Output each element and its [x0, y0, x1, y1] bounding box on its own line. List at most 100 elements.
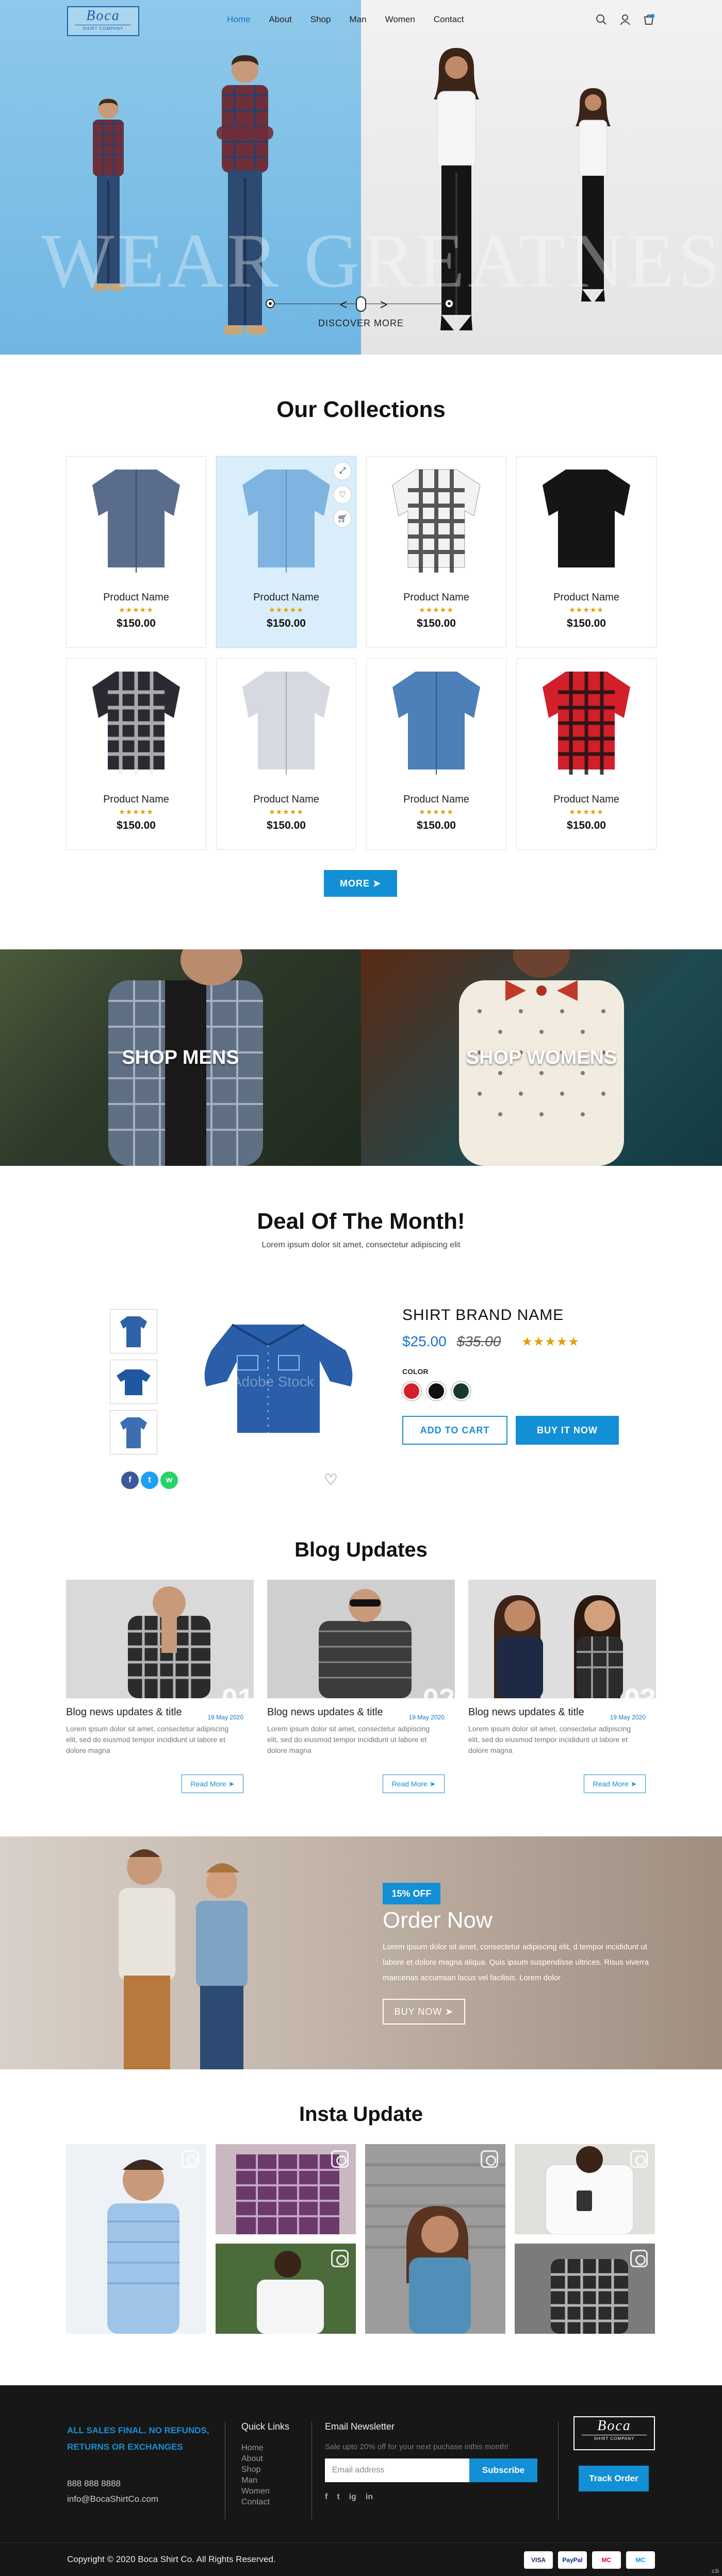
product-card[interactable]: Product Name ★★★★★ $150.00 — [66, 658, 206, 850]
slider-dot[interactable] — [445, 299, 454, 308]
add-to-cart-button[interactable]: ADD TO CART — [402, 1416, 507, 1445]
insta-post[interactable] — [365, 2144, 505, 2334]
footer-link-shop[interactable]: Shop — [241, 2464, 289, 2475]
wishlist-heart-icon[interactable]: ♡ — [333, 486, 352, 504]
product-image — [517, 659, 656, 788]
shop-womens-label: SHOP WOMENS — [466, 1046, 617, 1068]
insta-post[interactable] — [515, 2244, 655, 2334]
whatsapp-icon[interactable]: w — [160, 1471, 178, 1489]
blog-post[interactable]: 01 Blog news updates & title 19 May 2020… — [66, 1580, 254, 1796]
product-image — [517, 457, 656, 586]
footer-quick-links: Quick Links Home About Shop Man Women Co… — [241, 2421, 289, 2507]
shop-mens-label: SHOP MENS — [122, 1046, 239, 1068]
share-icons: f t w — [121, 1471, 178, 1489]
linkedin-icon[interactable]: in — [366, 2493, 373, 2502]
search-icon[interactable] — [595, 13, 608, 26]
color-swatch-green[interactable] — [452, 1382, 470, 1400]
product-card[interactable]: Product Name ★★★★★ $150.00 — [366, 456, 506, 648]
footer-logo[interactable]: Boca SHIRT COMPANY — [573, 2416, 655, 2450]
footer-link-man[interactable]: Man — [241, 2475, 289, 2486]
product-image — [67, 659, 206, 788]
read-more-button[interactable]: Read More ➤ — [182, 1775, 243, 1793]
logo-subtext: SHIRT COMPANY — [582, 2435, 647, 2441]
buy-now-button[interactable]: BUY IT NOW — [516, 1416, 619, 1445]
footer-email[interactable]: info@BocaShirtCo.com — [67, 2491, 222, 2507]
product-price: $150.00 — [267, 617, 306, 629]
read-more-button[interactable]: Read More ➤ — [584, 1775, 646, 1793]
shop-womens-banner[interactable]: SHOP WOMENS — [361, 949, 722, 1166]
product-card[interactable]: Product Name ★★★★★ $150.00 ⤢ ♡ 🛒︎ — [216, 456, 356, 648]
newsletter-form: Email address Subscribe — [325, 2458, 542, 2482]
shop-mens-banner[interactable]: SHOP MENS — [0, 949, 361, 1166]
buy-now-banner-button[interactable]: BUY NOW ➤ — [383, 1999, 465, 2025]
deal-thumbnail[interactable] — [110, 1309, 157, 1353]
newsletter-email-input[interactable]: Email address — [325, 2458, 469, 2482]
visa-icon: VISA — [524, 2551, 553, 2569]
footer-phone[interactable]: 888 888 8888 — [67, 2476, 222, 2491]
order-now-banner: 15% OFF Order Now Lorem ipsum dolor sit … — [0, 1836, 722, 2069]
product-image — [217, 659, 356, 788]
footer-link-about[interactable]: About — [241, 2453, 289, 2464]
blog-post[interactable]: 02 Blog news updates & title 19 May 2020… — [267, 1580, 455, 1796]
twitter-icon[interactable]: t — [337, 2493, 339, 2502]
insta-post[interactable] — [216, 2244, 356, 2334]
product-rating-stars: ★★★★★ — [569, 606, 604, 614]
blog-post-image — [66, 1580, 254, 1698]
wishlist-heart-icon[interactable]: ♡ — [324, 1473, 342, 1491]
product-card[interactable]: Product Name ★★★★★ $150.00 — [516, 456, 657, 648]
cart-icon[interactable] — [643, 13, 655, 26]
slider-dot[interactable] — [266, 299, 275, 308]
product-price: $150.00 — [567, 819, 606, 831]
product-name: Product Name — [253, 794, 319, 805]
insta-post[interactable] — [66, 2144, 206, 2334]
nav-contact[interactable]: Contact — [434, 14, 464, 25]
product-card[interactable]: Product Name ★★★★★ $150.00 — [66, 456, 206, 648]
subscribe-button[interactable]: Subscribe — [469, 2458, 537, 2482]
nav-about[interactable]: About — [269, 14, 291, 25]
facebook-icon[interactable]: f — [121, 1471, 139, 1489]
product-card[interactable]: Product Name ★★★★★ $150.00 — [516, 658, 657, 850]
product-name: Product Name — [403, 794, 469, 805]
hero-watermark: WEAR GREATNESS — [41, 218, 722, 304]
deal-old-price: $35.00 — [456, 1333, 501, 1349]
color-swatch-black[interactable] — [427, 1382, 446, 1400]
product-card[interactable]: Product Name ★★★★★ $150.00 — [216, 658, 356, 850]
footer-link-contact[interactable]: Contact — [241, 2497, 289, 2507]
deal-thumbnail[interactable] — [110, 1410, 157, 1454]
color-swatch-red[interactable] — [402, 1382, 421, 1400]
footer-brand-col: Boca SHIRT COMPANY Track Order — [573, 2416, 655, 2491]
add-cart-icon[interactable]: 🛒︎ — [333, 509, 352, 528]
blog-post[interactable]: 03 Blog news updates & title 19 May 2020… — [468, 1580, 656, 1796]
nav-home[interactable]: Home — [227, 14, 250, 25]
copyright: Copyright © 2020 Boca Shirt Co. All Righ… — [67, 2554, 276, 2564]
discover-label: DISCOVER MORE — [318, 318, 404, 328]
footer-link-home[interactable]: Home — [241, 2443, 289, 2453]
user-icon[interactable] — [619, 13, 631, 26]
instagram-icon[interactable]: ig — [349, 2493, 356, 2502]
insta-post[interactable] — [515, 2144, 655, 2234]
deal-thumbnail[interactable] — [110, 1360, 157, 1404]
instagram-icon — [331, 2250, 349, 2267]
insta-post[interactable] — [216, 2144, 356, 2234]
insta-section: Insta Update — [0, 2103, 722, 2334]
product-card[interactable]: Product Name ★★★★★ $150.00 — [366, 658, 506, 850]
footer-link-women[interactable]: Women — [241, 2486, 289, 2497]
product-price: $150.00 — [417, 819, 456, 831]
facebook-icon[interactable]: f — [325, 2493, 327, 2502]
newsletter-title: Email Newsletter — [325, 2421, 395, 2432]
site-logo[interactable]: Boca SHIRT COMPANY — [67, 6, 139, 36]
newsletter-text: Sale upto 20% off for your next puchase … — [325, 2443, 508, 2451]
nav-women[interactable]: Women — [385, 14, 415, 25]
blog-posts: 01 Blog news updates & title 19 May 2020… — [66, 1580, 656, 1796]
nav-shop[interactable]: Shop — [310, 14, 331, 25]
nav-man[interactable]: Man — [350, 14, 367, 25]
deal-rating-stars: ★★★★★ — [521, 1334, 580, 1349]
blog-title: Blog Updates — [294, 1538, 428, 1561]
twitter-icon[interactable]: t — [141, 1471, 158, 1489]
maestro-icon: MC — [626, 2551, 655, 2569]
product-grid: Product Name ★★★★★ $150.00 Product Name ★★★★… — [66, 456, 657, 850]
read-more-button[interactable]: Read More ➤ — [383, 1775, 445, 1793]
track-order-button[interactable]: Track Order — [579, 2466, 649, 2491]
expand-icon[interactable]: ⤢ — [333, 462, 352, 480]
more-button[interactable]: MORE ➤ — [324, 870, 397, 897]
